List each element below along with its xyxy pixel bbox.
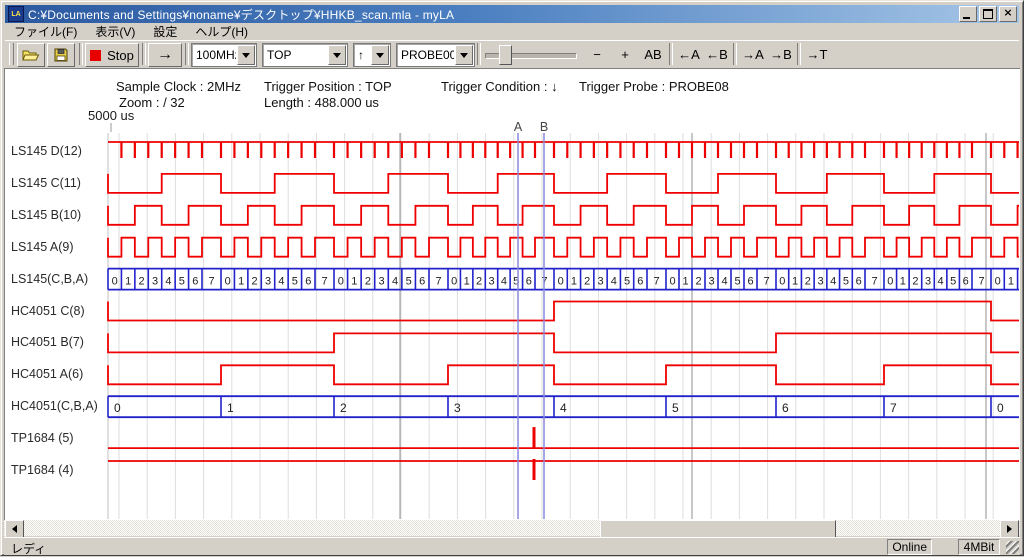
- zoom-slider-handle[interactable]: [499, 45, 512, 65]
- run-arrow-icon: →: [157, 46, 173, 64]
- zoom-slider[interactable]: [485, 43, 577, 65]
- trigger-edge-value: ↑: [354, 48, 370, 62]
- trigger-condition-text: Trigger Condition : ↓: [441, 79, 558, 94]
- nav-button-B[interactable]: ←B: [703, 43, 731, 65]
- trigger-position-dropdown-button[interactable]: [328, 45, 346, 65]
- nav-button-B[interactable]: →B: [767, 43, 795, 65]
- nav-button-AB[interactable]: AB: [639, 43, 667, 65]
- clock-rate-combo[interactable]: 100MHz: [191, 43, 257, 67]
- scroll-right-icon: [1007, 525, 1012, 533]
- window-title: C:¥Documents and Settings¥noname¥デスクトップ¥…: [28, 6, 454, 23]
- scroll-right-button[interactable]: [1000, 520, 1019, 538]
- title-bar: LA C:¥Documents and Settings¥noname¥デスクト…: [5, 5, 1019, 23]
- toolbar-separator: [797, 43, 801, 65]
- open-file-button[interactable]: [17, 43, 45, 67]
- chevron-down-icon: [460, 53, 468, 58]
- stop-label: Stop: [107, 48, 134, 63]
- trigger-position-text: Trigger Position : TOP: [264, 79, 392, 94]
- trigger-position-value: TOP: [263, 48, 327, 62]
- clock-rate-dropdown-button[interactable]: [237, 45, 255, 65]
- minimize-button[interactable]: [959, 6, 977, 22]
- open-folder-icon: [22, 48, 40, 62]
- zoom-text: Zoom : / 32: [119, 95, 185, 110]
- status-online-badge: Online: [887, 539, 932, 555]
- toolbar-separator: [142, 43, 146, 65]
- save-floppy-icon: [54, 48, 68, 62]
- nav-button-T[interactable]: →T: [803, 43, 831, 65]
- toolbar-grip: [9, 43, 14, 65]
- menu-item-0[interactable]: ファイル(F): [5, 22, 86, 42]
- minimize-icon: [963, 17, 970, 19]
- trigger-position-combo[interactable]: TOP: [262, 43, 348, 67]
- waveform-panel: [4, 68, 1020, 521]
- status-ready-text: レディ: [11, 540, 46, 557]
- toolbar-separator: [733, 43, 737, 65]
- nav-button-A[interactable]: ←A: [675, 43, 703, 65]
- app-icon: LA: [8, 6, 24, 22]
- save-file-button[interactable]: [47, 43, 75, 67]
- status-memory-badge: 4MBit: [958, 539, 1000, 555]
- maximize-icon: [983, 9, 993, 19]
- nav-button-[interactable]: +: [611, 43, 639, 65]
- menu-bar: ファイル(F)表示(V)設定ヘルプ(H): [5, 23, 1019, 40]
- window-controls: ×: [959, 6, 1019, 22]
- run-button[interactable]: →: [148, 43, 182, 67]
- status-bar: レディ Online 4MBit: [4, 537, 1020, 555]
- menu-item-3[interactable]: ヘルプ(H): [186, 22, 257, 42]
- nav-button-[interactable]: −: [583, 43, 611, 65]
- chevron-down-icon: [333, 53, 341, 58]
- trigger-edge-dropdown-button[interactable]: [371, 45, 389, 65]
- scrollbar-thumb[interactable]: [600, 520, 836, 538]
- menu-item-2[interactable]: 設定: [144, 22, 186, 42]
- chevron-down-icon: [376, 53, 384, 58]
- toolbar: Stop → 100MHz TOP ↑ PROBE00 −+AB ←A←B →A→B…: [5, 40, 1019, 69]
- toolbar-separator: [79, 43, 83, 65]
- scroll-left-button[interactable]: [5, 520, 24, 538]
- stop-button[interactable]: Stop: [85, 43, 139, 67]
- toolbar-separator: [477, 43, 481, 65]
- resize-grip[interactable]: [1006, 541, 1019, 554]
- stop-icon: [90, 50, 101, 61]
- trigger-probe-text: Trigger Probe : PROBE08: [579, 79, 729, 94]
- toolbar-separator: [669, 43, 673, 65]
- app-window: LA C:¥Documents and Settings¥noname¥デスクト…: [0, 0, 1024, 556]
- sample-clock-text: Sample Clock : 2MHz: [116, 79, 241, 94]
- trigger-probe-value: PROBE00: [397, 48, 454, 62]
- close-button[interactable]: ×: [999, 6, 1017, 22]
- trigger-edge-combo[interactable]: ↑: [353, 43, 391, 67]
- trigger-probe-dropdown-button[interactable]: [455, 45, 473, 65]
- trigger-probe-combo[interactable]: PROBE00: [396, 43, 475, 67]
- chevron-down-icon: [242, 53, 250, 58]
- nav-button-A[interactable]: →A: [739, 43, 767, 65]
- horizontal-scrollbar[interactable]: [4, 520, 1020, 536]
- clock-rate-value: 100MHz: [192, 48, 236, 62]
- length-text: Length : 488.000 us: [264, 95, 379, 110]
- close-icon: ×: [1000, 6, 1016, 19]
- scroll-left-icon: [12, 525, 17, 533]
- toolbar-separator: [185, 43, 189, 65]
- maximize-button[interactable]: [979, 6, 997, 22]
- menu-item-1[interactable]: 表示(V): [86, 22, 144, 42]
